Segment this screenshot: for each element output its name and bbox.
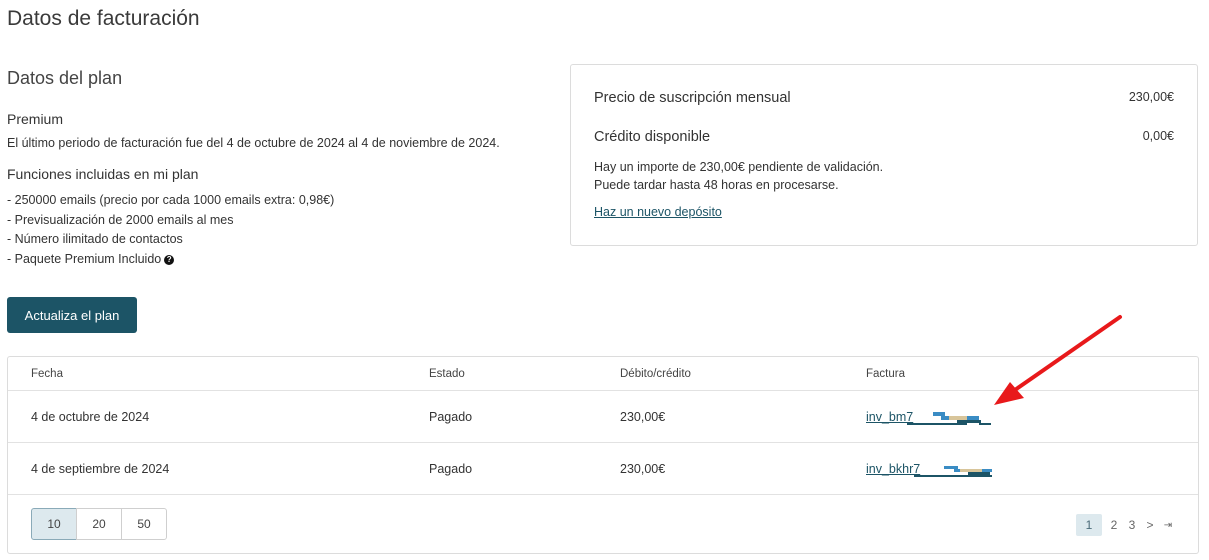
features-list: - 250000 emails (precio por cada 1000 em… xyxy=(7,191,547,269)
table-row: 4 de septiembre de 2024 Pagado 230,00€ i… xyxy=(8,443,1198,495)
row-amount: 230,00€ xyxy=(620,462,666,476)
plan-section-title: Datos del plan xyxy=(7,68,123,88)
header-invoice: Factura xyxy=(866,368,905,380)
header-amount: Débito/crédito xyxy=(620,368,691,380)
page-3[interactable]: 3 xyxy=(1126,518,1138,532)
row-status: Pagado xyxy=(429,410,473,424)
billing-period-text: El último periodo de facturación fue del… xyxy=(7,136,500,150)
row-status: Pagado xyxy=(429,462,473,476)
redaction-mark xyxy=(914,463,1002,477)
billing-summary-card: Precio de suscripción mensual 230,00€ Cr… xyxy=(570,64,1198,246)
credit-label: Crédito disponible xyxy=(594,129,711,145)
plan-details: Datos del plan Premium El último periodo… xyxy=(7,68,547,269)
pending-validation-notice: Hay un importe de 230,00€ pendiente de v… xyxy=(594,160,884,192)
row-amount: 230,00€ xyxy=(620,410,666,424)
page-title: Datos de facturación xyxy=(7,7,200,30)
features-title: Funciones incluidas en mi plan xyxy=(7,166,199,182)
page-size-50[interactable]: 50 xyxy=(121,508,167,540)
credit-value: 0,00€ xyxy=(1142,129,1174,143)
red-arrow-annotation xyxy=(994,315,1122,405)
redaction-mark xyxy=(907,411,995,425)
credit-row: Crédito disponible 0,00€ xyxy=(594,129,1174,145)
header-date: Fecha xyxy=(31,368,63,380)
subscription-value: 230,00€ xyxy=(1128,90,1174,104)
page-1[interactable]: 1 xyxy=(1076,514,1102,536)
page-size-selector: 10 20 50 xyxy=(31,508,167,540)
header-status: Estado xyxy=(429,368,465,380)
question-circle-icon[interactable]: ? xyxy=(164,254,175,265)
page-size-20[interactable]: 20 xyxy=(76,508,122,540)
feature-item: - 250000 emails (precio por cada 1000 em… xyxy=(7,193,335,207)
feature-item: - Previsualización de 2000 emails al mes xyxy=(7,212,234,227)
invoice-link[interactable]: inv_bkhr7 xyxy=(866,462,920,476)
next-page-icon[interactable]: > xyxy=(1144,518,1156,532)
row-date: 4 de septiembre de 2024 xyxy=(31,462,170,476)
invoice-link[interactable]: inv_bm7 xyxy=(866,410,913,424)
pagination: 1 2 3 > ⇥ xyxy=(1076,514,1174,536)
feature-item: - Número ilimitado de contactos xyxy=(7,232,183,246)
row-date: 4 de octubre de 2024 xyxy=(31,410,150,424)
last-page-icon[interactable]: ⇥ xyxy=(1162,520,1174,531)
row-invoice: inv_bkhr7 xyxy=(866,462,1002,477)
row-invoice: inv_bm7 xyxy=(866,410,995,425)
new-deposit-link[interactable]: Haz un nuevo depósito xyxy=(594,205,722,219)
page-size-10[interactable]: 10 xyxy=(31,508,77,540)
subscription-row: Precio de suscripción mensual 230,00€ xyxy=(594,90,1174,106)
upgrade-plan-button[interactable]: Actualiza el plan xyxy=(7,297,137,333)
subscription-label: Precio de suscripción mensual xyxy=(594,90,791,106)
feature-item: - Paquete Premium Incluido? xyxy=(7,250,547,270)
plan-name: Premium xyxy=(7,111,64,127)
page-2[interactable]: 2 xyxy=(1108,518,1120,532)
